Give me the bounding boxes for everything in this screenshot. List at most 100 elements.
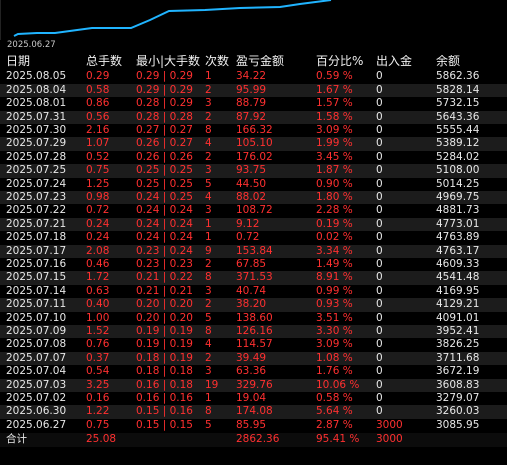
cell-flow: 0: [376, 392, 383, 404]
cell-pct: 1.87 %: [316, 164, 353, 177]
cell-flow: 0: [376, 365, 383, 378]
cell-minmax: 0.28 | 0.28: [136, 110, 193, 123]
header-date[interactable]: 日期: [6, 55, 84, 68]
cell-minmax: 0.24 | 0.25: [136, 191, 193, 203]
cell-flow: 0: [376, 191, 383, 203]
cell-lots: 1.07: [86, 137, 110, 150]
cell-count: 1: [205, 70, 212, 83]
cell-pct: 2.87 %: [316, 418, 353, 431]
header-balance[interactable]: 余额: [436, 55, 502, 68]
cell-count: 8: [205, 124, 212, 136]
cell-balance: 5389.12: [436, 137, 480, 150]
cell-balance: 5828.14: [436, 83, 480, 96]
table-row[interactable]: 2025.08.01 0.86 0.28 | 0.29 3 88.79 1.57 % 0 57…: [0, 97, 507, 110]
cell-date: 2025.07.16: [6, 258, 67, 270]
header-percent[interactable]: 百分比%: [316, 55, 368, 68]
cell-pct: 3.51 %: [316, 311, 353, 324]
cell-balance: 4541.48: [436, 271, 480, 284]
table-row[interactable]: 2025.07.17 2.08 0.23 | 0.24 9 153.84 3.34 % 0 4…: [0, 244, 507, 258]
cell-lots: 0.24: [86, 217, 110, 230]
cell-flow: 0: [376, 204, 383, 217]
cell-balance: 3672.19: [436, 365, 480, 378]
table-row[interactable]: 2025.07.24 1.25 0.25 | 0.25 5 44.50 0.90 % 0 50…: [0, 178, 507, 191]
cell-date: 2025.07.31: [6, 110, 67, 123]
cell-date: 2025.08.01: [6, 97, 67, 110]
cell-pct: 1.99 %: [316, 137, 353, 150]
table-row[interactable]: 2025.07.15 1.72 0.21 | 0.22 8 371.53 8.91 % 0 4…: [0, 271, 507, 285]
header-profit[interactable]: 盈亏金额: [236, 55, 312, 68]
cell-minmax: 0.16 | 0.18: [136, 378, 193, 391]
table-row[interactable]: 2025.07.08 0.76 0.19 | 0.19 4 114.57 3.09 % 0 3…: [0, 338, 507, 351]
cell-count: 8: [205, 405, 212, 418]
table-row[interactable]: 2025.07.25 0.75 0.25 | 0.25 3 93.75 1.87 % 0 51…: [0, 164, 507, 178]
cell-balance: 3260.03: [436, 405, 480, 418]
table-row[interactable]: 2025.07.10 1.00 0.20 | 0.20 5 138.60 3.51 % 0 4…: [0, 312, 507, 325]
cell-flow: 0: [376, 351, 383, 364]
table-row[interactable]: 2025.07.04 0.54 0.18 | 0.18 3 63.36 1.76 % 0 36…: [0, 365, 507, 378]
cell-pct: 0.93 %: [316, 298, 353, 311]
header-min-max-lots[interactable]: 最小|大手数: [136, 55, 202, 68]
table-row[interactable]: 2025.07.14 0.63 0.21 | 0.21 3 40.74 0.99 % 0 41…: [0, 285, 507, 298]
cell-balance: 5555.44: [436, 124, 480, 136]
cell-pct: 1.67 %: [316, 83, 353, 96]
table-row[interactable]: 2025.07.22 0.72 0.24 | 0.24 3 108.72 2.28 % 0 4…: [0, 204, 507, 217]
table-row[interactable]: 2025.08.05 0.29 0.29 | 0.29 1 34.22 0.59 % 0 58…: [0, 70, 507, 83]
cell-minmax: 0.19 | 0.19: [136, 325, 193, 337]
cell-date: 2025.07.28: [6, 150, 67, 163]
table-row[interactable]: 2025.07.02 0.16 0.16 | 0.16 1 19.04 0.58 % 0 32…: [0, 392, 507, 405]
cell-minmax: 0.25 | 0.25: [136, 177, 193, 190]
cell-count: 1: [205, 392, 212, 404]
cell-lots: 0.52: [86, 150, 110, 163]
cell-count: 4: [205, 137, 212, 150]
cell-balance: 4129.21: [436, 298, 480, 311]
cell-profit: 19.04: [236, 392, 267, 404]
table-row[interactable]: 2025.07.16 0.46 0.23 | 0.23 2 67.85 1.49 % 0 46…: [0, 258, 507, 271]
table-row[interactable]: 2025.06.27 0.75 0.15 | 0.15 5 85.95 2.87 % 300…: [0, 419, 507, 432]
cell-minmax: 0.24 | 0.24: [136, 217, 193, 230]
cell-profit: 39.49: [236, 351, 267, 364]
header-count[interactable]: 次数: [205, 55, 231, 68]
header-in-out[interactable]: 出入金: [376, 55, 432, 68]
cell-flow: 0: [376, 164, 383, 177]
cell-minmax: 0.25 | 0.25: [136, 164, 193, 177]
table-row[interactable]: 2025.07.07 0.37 0.18 | 0.19 2 39.49 1.08 % 0 37…: [0, 351, 507, 366]
cell-date: 2025.07.11: [6, 298, 67, 311]
table-row[interactable]: 2025.07.21 0.24 0.24 | 0.24 1 9.12 0.19 % 0 477…: [0, 217, 507, 232]
cell-flow: 0: [376, 258, 383, 270]
cell-minmax: 0.18 | 0.18: [136, 365, 193, 378]
table-row[interactable]: 2025.06.30 1.22 0.15 | 0.16 8 174.08 5.64 % 0 3…: [0, 405, 507, 419]
cell-profit: 38.20: [236, 298, 267, 311]
cell-flow: 0: [376, 271, 383, 284]
cell-profit: 174.08: [236, 405, 273, 418]
equity-chart-svg: [0, 0, 332, 40]
cell-balance: 5732.15: [436, 97, 480, 110]
cell-lots: 2.16: [86, 124, 110, 136]
table-row[interactable]: 2025.07.09 1.52 0.19 | 0.19 8 126.16 3.30 % 0 3…: [0, 325, 507, 339]
table-row[interactable]: 2025.07.18 0.24 0.24 | 0.24 1 0.72 0.02 % 0 476…: [0, 231, 507, 244]
cell-minmax: 0.26 | 0.26: [136, 150, 193, 163]
table-row[interactable]: 2025.07.30 2.16 0.27 | 0.27 8 166.32 3.09 % 0 5…: [0, 124, 507, 137]
table-row[interactable]: 2025.07.29 1.07 0.26 | 0.27 4 105.10 1.99 % 0 5…: [0, 137, 507, 151]
table-row[interactable]: 2025.07.23 0.98 0.24 | 0.25 4 88.02 1.80 % 0 49…: [0, 191, 507, 205]
table-row[interactable]: 2025.08.04 0.58 0.29 | 0.29 2 95.99 1.67 % 0 58…: [0, 83, 507, 98]
table-header-row: 日期 总手数 最小|大手数 次数 盈亏金额 百分比% 出入金 余额: [0, 55, 507, 68]
cell-lots: 0.58: [86, 83, 110, 96]
cell-pct: 0.19 %: [316, 217, 353, 230]
table-row[interactable]: 2025.07.31 0.56 0.28 | 0.28 2 87.92 1.58 % 0 56…: [0, 110, 507, 124]
cell-date: 2025.07.22: [6, 204, 67, 217]
cell-profit: 88.79: [236, 97, 267, 110]
table-row[interactable]: 2025.07.11 0.40 0.20 | 0.20 2 38.20 0.93 % 0 41…: [0, 298, 507, 312]
cell-lots: 0.75: [86, 164, 110, 177]
cell-minmax: 0.28 | 0.29: [136, 97, 193, 110]
table-row[interactable]: 2025.07.28 0.52 0.26 | 0.26 2 176.02 3.45 % 0 5…: [0, 151, 507, 164]
cell-flow: 0: [376, 83, 383, 96]
cell-pct: 1.76 %: [316, 365, 353, 378]
cell-lots: 0.63: [86, 284, 110, 297]
header-total-lots[interactable]: 总手数: [86, 55, 132, 68]
cell-minmax: 0.20 | 0.20: [136, 311, 193, 324]
cell-minmax: 0.16 | 0.16: [136, 392, 193, 404]
table-row[interactable]: 2025.07.03 3.25 0.16 | 0.18 19 329.76 10.06 %…: [0, 378, 507, 392]
cell-balance: 4773.01: [436, 217, 480, 230]
cell-flow: 0: [376, 325, 383, 337]
cell-profit: 63.36: [236, 365, 267, 378]
